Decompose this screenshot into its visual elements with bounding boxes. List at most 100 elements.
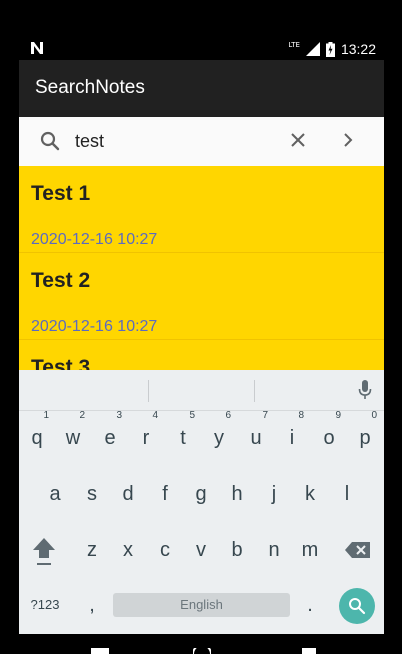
key-j[interactable]: j (256, 469, 292, 519)
key-y[interactable]: 6y (201, 410, 237, 463)
signal-icon (305, 42, 320, 56)
key-w[interactable]: 2w (55, 410, 91, 463)
notes-list: Test 1 2020-12-16 10:27 Test 2 2020-12-1… (19, 166, 384, 370)
key-label: h (231, 483, 243, 505)
key-label: y (214, 427, 224, 449)
clock: 13:22 (340, 41, 376, 57)
suggestion-divider (148, 380, 149, 402)
key-o[interactable]: 9o (311, 410, 347, 463)
note-item[interactable]: Test 2 2020-12-16 10:27 (19, 253, 384, 340)
key-q[interactable]: 1q (19, 410, 55, 463)
key-v[interactable]: v (183, 525, 219, 575)
recents-nav-icon[interactable] (302, 648, 316, 654)
search-icon (349, 598, 366, 615)
note-title: Test 3 (31, 356, 91, 370)
clear-search-icon[interactable] (289, 131, 307, 149)
key-x[interactable]: x (110, 525, 146, 575)
key-label: , (89, 594, 95, 616)
key-hint: 1 (43, 410, 49, 421)
search-input[interactable]: test (75, 131, 104, 152)
key-label: o (323, 427, 335, 449)
key-d[interactable]: d (110, 469, 146, 519)
submit-search-chevron-icon[interactable] (341, 132, 355, 148)
comma-key[interactable]: , (74, 580, 110, 630)
shift-key[interactable] (26, 526, 62, 576)
key-r[interactable]: 4r (128, 410, 164, 463)
key-c[interactable]: c (147, 525, 183, 575)
key-label: q (31, 427, 43, 449)
key-label: m (301, 539, 319, 561)
lte-label: LTE (288, 41, 300, 49)
key-label: . (307, 594, 313, 616)
key-l[interactable]: l (329, 469, 365, 519)
period-key[interactable]: . (292, 580, 328, 630)
key-e[interactable]: 3e (92, 410, 128, 463)
search-icon (40, 131, 60, 151)
note-title: Test 1 (31, 182, 91, 205)
key-hint: 4 (152, 410, 158, 421)
key-a[interactable]: a (37, 469, 73, 519)
key-label: l (344, 483, 350, 505)
key-z[interactable]: z (74, 525, 110, 575)
key-label: u (250, 427, 262, 449)
key-hint: 9 (335, 410, 341, 421)
key-m[interactable]: m (292, 525, 328, 575)
key-n[interactable]: n (256, 525, 292, 575)
key-label: z (87, 539, 97, 561)
phone-screen: LTE 13:22 SearchNotes test Test 1 2020-1… (19, 37, 384, 654)
key-p[interactable]: 0p (347, 410, 383, 463)
battery-charging-icon (325, 41, 335, 57)
key-f[interactable]: f (147, 469, 183, 519)
key-hint: 8 (298, 410, 304, 421)
notification-n-icon (31, 42, 43, 54)
key-label: x (123, 539, 133, 561)
symbols-key[interactable]: ?123 (27, 580, 63, 630)
key-label: k (305, 483, 315, 505)
app-bar: SearchNotes (19, 60, 384, 117)
search-bar: test (19, 117, 384, 166)
navigation-bar (19, 634, 384, 654)
back-nav-icon[interactable] (91, 648, 109, 654)
key-label: n (268, 539, 280, 561)
key-label: f (162, 483, 168, 505)
key-label: i (289, 427, 295, 449)
key-label: w (65, 427, 81, 449)
shift-arrow-icon (33, 538, 55, 565)
note-title: Test 2 (31, 269, 91, 292)
key-label: j (271, 483, 277, 505)
key-label: c (160, 539, 170, 561)
key-label: e (104, 427, 116, 449)
home-nav-icon[interactable] (193, 648, 211, 654)
suggestion-divider (254, 380, 255, 402)
key-u[interactable]: 7u (238, 410, 274, 463)
backspace-key[interactable] (340, 525, 376, 575)
key-label: t (180, 427, 186, 449)
key-k[interactable]: k (292, 469, 328, 519)
note-item[interactable]: Test 1 2020-12-16 10:27 (19, 166, 384, 253)
status-bar: LTE 13:22 (19, 37, 384, 60)
key-i[interactable]: 8i (274, 410, 310, 463)
key-hint: 7 (262, 410, 268, 421)
key-label: v (196, 539, 206, 561)
key-s[interactable]: s (74, 469, 110, 519)
app-title: SearchNotes (35, 77, 145, 98)
backspace-icon (345, 542, 370, 558)
key-label: r (142, 427, 150, 449)
note-date: 2020-12-16 10:27 (31, 231, 158, 248)
key-label: ?123 (30, 597, 60, 612)
suggestion-strip (19, 370, 384, 411)
note-item[interactable]: Test 3 (19, 340, 384, 370)
key-label: b (231, 539, 243, 561)
note-date: 2020-12-16 10:27 (31, 318, 158, 335)
microphone-icon[interactable] (358, 380, 372, 400)
key-hint: 2 (79, 410, 85, 421)
keyboard-search-button[interactable] (339, 588, 375, 624)
key-g[interactable]: g (183, 469, 219, 519)
space-bar[interactable]: English (113, 593, 290, 617)
key-label: d (122, 483, 134, 505)
key-label: a (49, 483, 61, 505)
key-hint: 3 (116, 410, 122, 421)
key-t[interactable]: 5t (165, 410, 201, 463)
key-b[interactable]: b (219, 525, 255, 575)
key-h[interactable]: h (219, 469, 255, 519)
